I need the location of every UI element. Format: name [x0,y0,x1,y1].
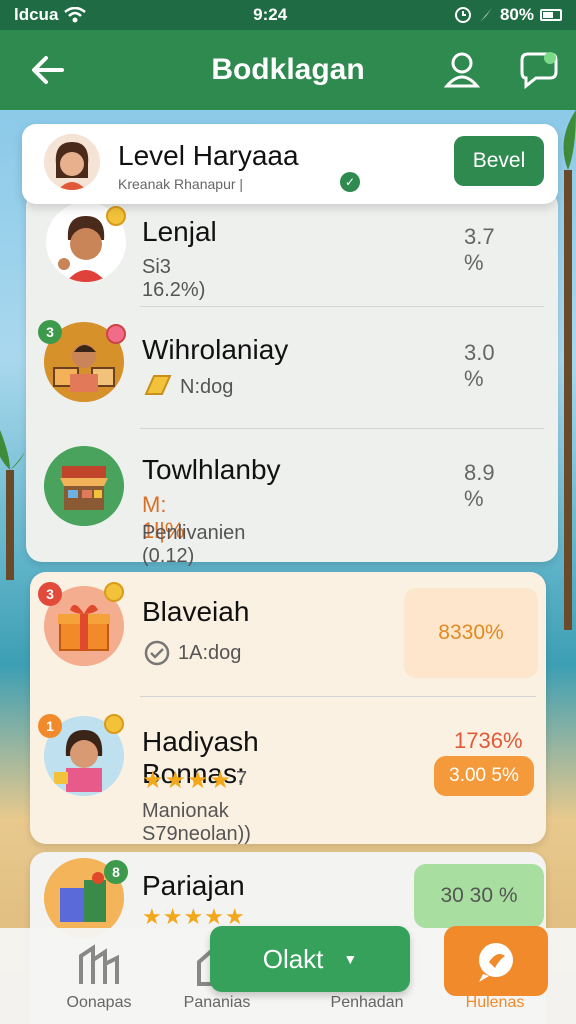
primary-action-button[interactable]: Olakt ▼ [210,926,410,992]
back-arrow-icon[interactable] [28,50,68,90]
palm-tree-right [563,110,576,630]
gold-bar-icon [144,375,172,395]
item-percent: 3.7 % [464,224,495,275]
location-icon [479,8,492,22]
coin-icon [106,206,126,226]
item-name: Towlhlanby [142,454,281,485]
dropdown-arrow-icon: ▼ [343,951,358,967]
clock: 9:24 [253,5,288,24]
alarm-icon [454,7,471,23]
battery-icon [540,9,562,21]
rank-badge: 8 [104,860,128,884]
avatar [44,134,100,190]
battery-percent: 80% [499,5,534,24]
verified-check-icon: ✓ [340,172,360,192]
header-subtitle: Kreanak Rhanapur | [118,176,244,192]
fab-label: Olakt [262,943,324,974]
item-name: Pariajan [142,870,245,901]
verified-badge-icon [144,640,170,666]
rank-badge: 3 [38,582,62,606]
item-meta-secondary: Penlivanien (0.12) [142,522,246,567]
user-icon[interactable] [444,50,480,90]
percent-button[interactable]: 3.00 5% [434,756,534,796]
item-name: Lenjal [142,216,217,247]
nav-label: Penhadan [330,994,404,1011]
coin-icon [106,324,126,344]
coin-icon [104,582,124,602]
item-percent: 1736% [454,728,523,753]
app-bar: Bodklagan [0,30,576,110]
nav-label: Hulenas [465,994,525,1011]
chat-bubble-icon [479,943,513,982]
coin-icon [104,714,124,734]
carrier-label: ldcua [14,5,59,24]
percent-highlight: 30 30 % [414,864,544,928]
item-meta: Si3 16.2%) [142,256,206,301]
header-title: Level Haryaaa [118,140,299,171]
rating-stars: ★★★★ [142,767,233,794]
rating-count: 7 [236,768,248,790]
level-button[interactable]: Bevel [454,136,544,186]
nav-label: Pananias [183,994,251,1011]
market-stall-icon [44,446,124,526]
rank-badge: 1 [38,714,62,738]
divider [140,306,544,307]
item-meta: N:dog [180,376,234,398]
page-title: Bodklagan [211,53,365,86]
item-percent: 3.0 % [464,340,495,391]
item-meta: 1A:dog [178,642,242,664]
divider [140,696,536,697]
percent-highlight: 8330% [404,588,538,678]
rank-badge: 3 [38,320,62,344]
item-name: Blaveiah [142,596,250,627]
status-bar: ldcua 9:24 80% [0,0,576,30]
item-percent: 8.9 % [464,460,495,511]
item-name: Wihrolaniay [142,334,289,365]
chat-icon[interactable] [518,48,560,90]
nav-item-oonapas[interactable]: Oonapas [44,940,154,1012]
orange-action-button[interactable] [444,926,548,996]
nav-label: Oonapas [66,994,132,1011]
building-icon [79,944,119,984]
level-header-card: Level Haryaaa Kreanak Rhanapur | ✓ Bevel [22,124,558,204]
divider [140,428,544,429]
wifi-icon [64,7,87,23]
item-meta-secondary: Manionak S79neolan)) [142,800,251,845]
